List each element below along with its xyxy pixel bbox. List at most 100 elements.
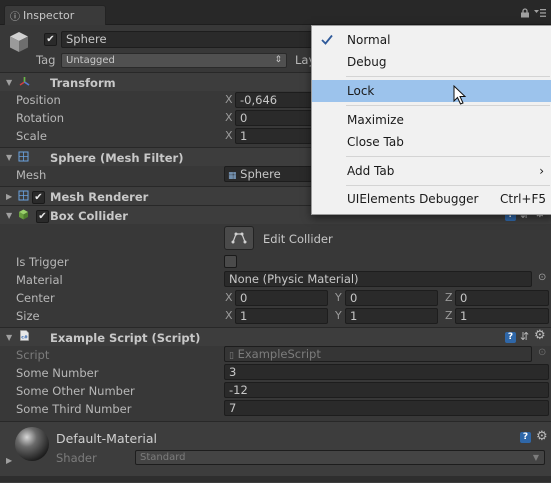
active-checkbox[interactable]: ✔ [44, 33, 57, 46]
center-y-field[interactable]: 0 [345, 290, 438, 306]
gear-icon[interactable]: ⚙ [534, 328, 546, 343]
fold-arrow-icon[interactable]: ▼ [6, 153, 12, 162]
scale-label: Scale [16, 129, 47, 143]
object-picker-icon[interactable]: ⊙ [538, 272, 546, 283]
gameobject-cube-icon [10, 32, 28, 52]
some-other-number-label: Some Other Number [16, 384, 135, 398]
rotation-label: Rotation [16, 111, 65, 125]
some-third-number-label: Some Third Number [16, 402, 132, 416]
size-label: Size [16, 309, 40, 323]
menu-item-debug[interactable]: Debug [312, 51, 551, 73]
gear-icon[interactable]: ⚙ [536, 429, 548, 444]
axis-x-label: X [225, 129, 233, 142]
chevron-right-icon: › [539, 164, 544, 178]
check-icon [321, 34, 333, 45]
menu-item-label: Maximize [347, 113, 404, 127]
svg-text:c#: c# [21, 334, 28, 340]
fold-arrow-icon[interactable]: ▼ [6, 78, 12, 87]
center-x-field[interactable]: 0 [235, 290, 328, 306]
material-preview-sphere [15, 427, 49, 461]
box-collider-icon [19, 209, 28, 220]
tag-label: Tag [36, 53, 56, 67]
help-icon[interactable]: ? [520, 432, 531, 443]
transform-title: Transform [50, 76, 116, 90]
script-icon: c# [20, 330, 29, 341]
script-label: Script [16, 348, 50, 362]
menu-icon[interactable] [534, 8, 546, 18]
menu-item-uielements-debugger[interactable]: UIElements Debugger Ctrl+F5 [312, 188, 551, 210]
menu-item-label: Normal [347, 33, 391, 47]
axis-x-label: X [225, 291, 233, 304]
rotation-x-field[interactable]: 0 [235, 110, 313, 126]
menu-item-label: UIElements Debugger [347, 192, 479, 206]
script-value: ExampleScript [237, 347, 321, 361]
box-collider-title: Box Collider [50, 209, 128, 223]
mesh-value: Sphere [240, 167, 281, 181]
size-x-field[interactable]: 1 [235, 308, 328, 324]
fold-arrow-icon[interactable]: ▼ [6, 333, 12, 342]
menu-separator [346, 76, 550, 77]
edit-collider-label: Edit Collider [263, 232, 333, 246]
help-icon[interactable]: ? [505, 332, 516, 343]
fold-arrow-icon[interactable]: ▼ [6, 211, 12, 220]
axis-x-label: X [225, 93, 233, 106]
mesh-icon: ▦ [228, 171, 237, 181]
material-name: Default-Material [56, 431, 157, 446]
shader-value: Standard [140, 452, 186, 463]
menu-separator [346, 105, 550, 106]
some-third-number-field[interactable]: 7 [224, 400, 549, 416]
is-trigger-checkbox[interactable] [224, 255, 237, 268]
mouse-pointer-icon [453, 85, 467, 105]
position-x-field[interactable]: -0,646 [235, 92, 313, 108]
some-other-number-field[interactable]: -12 [224, 382, 549, 398]
menu-item-shortcut: Ctrl+F5 [500, 192, 546, 206]
menu-item-add-tab[interactable]: Add Tab › [312, 160, 551, 182]
axis-y-label: Y [335, 291, 342, 304]
menu-item-lock[interactable]: Lock [312, 80, 551, 102]
size-z-field[interactable]: 1 [455, 308, 549, 324]
menu-item-label: Add Tab [347, 164, 395, 178]
object-name-field[interactable]: Sphere [61, 31, 321, 48]
mesh-filter-icon [18, 151, 29, 162]
edit-collider-button[interactable] [224, 226, 254, 250]
center-z-field[interactable]: 0 [455, 290, 549, 306]
info-icon: ⓘ [10, 12, 20, 23]
menu-item-label: Close Tab [347, 135, 404, 149]
chevron-down-icon: ▼ [532, 453, 539, 462]
axis-z-label: Z [445, 291, 453, 304]
some-number-field[interactable]: 3 [224, 364, 549, 380]
mesh-renderer-checkbox[interactable]: ✔ [32, 191, 45, 204]
axis-x-label: X [225, 111, 233, 124]
transform-icon [19, 77, 30, 86]
menu-separator [346, 156, 550, 157]
example-script-title: Example Script (Script) [50, 331, 201, 345]
scale-x-field[interactable]: 1 [235, 128, 313, 144]
axis-x-label: X [225, 309, 233, 322]
mesh-field[interactable]: ▦ Sphere [224, 166, 314, 182]
menu-item-close-tab[interactable]: Close Tab [312, 131, 551, 153]
shader-dropdown[interactable]: Standard ▼ [135, 450, 545, 465]
fold-arrow-icon[interactable]: ▶ [6, 456, 12, 465]
tag-dropdown[interactable]: Untagged ⇕ [61, 53, 287, 68]
script-field: ▯ ExampleScript [224, 346, 532, 362]
menu-separator [346, 185, 550, 186]
lock-icon[interactable] [520, 8, 530, 18]
fold-arrow-icon[interactable]: ▶ [6, 192, 12, 201]
menu-item-label: Lock [347, 84, 375, 98]
is-trigger-label: Is Trigger [16, 255, 69, 269]
mesh-renderer-icon [18, 190, 29, 201]
dropdown-arrows-icon: ⇕ [274, 55, 282, 65]
material-field[interactable]: None (Physic Material) [224, 271, 532, 287]
mesh-renderer-title: Mesh Renderer [50, 190, 149, 204]
axis-y-label: Y [335, 309, 342, 322]
tab-inspector[interactable]: ⓘ Inspector [4, 5, 106, 25]
tab-inspector-label: Inspector [23, 9, 75, 22]
box-collider-checkbox[interactable]: ✔ [36, 210, 49, 223]
settings-icon[interactable]: ⇵ [520, 330, 529, 343]
axis-z-label: Z [445, 309, 453, 322]
bottom-edge [0, 476, 551, 482]
script-file-icon: ▯ [229, 351, 234, 361]
menu-item-maximize[interactable]: Maximize [312, 109, 551, 131]
size-y-field[interactable]: 1 [345, 308, 438, 324]
menu-item-normal[interactable]: Normal [312, 29, 551, 51]
